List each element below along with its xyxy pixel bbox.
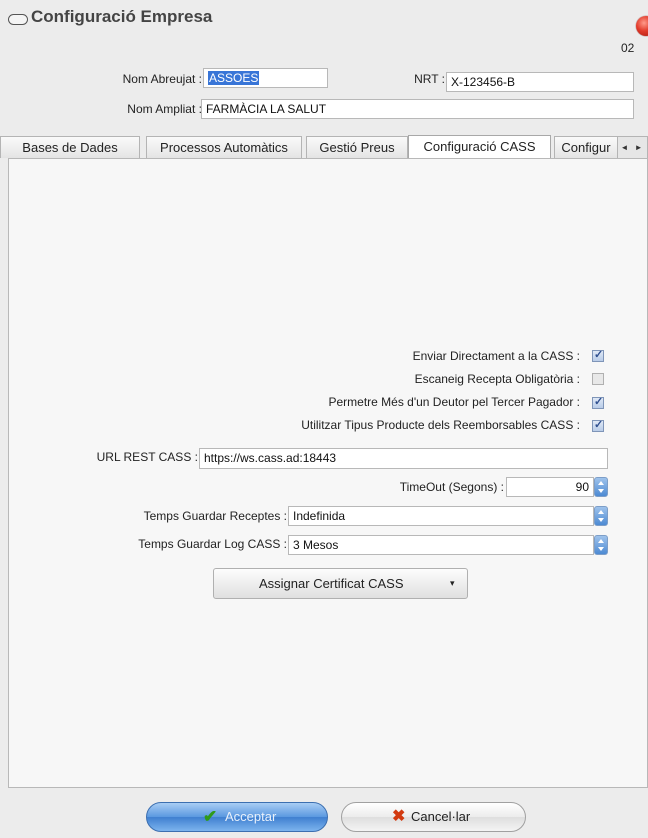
url-rest-label: URL REST CASS :: [96, 450, 198, 464]
check-label-enviar: Enviar Directament a la CASS :: [412, 349, 580, 363]
temps-receptes-select[interactable]: Indefinida: [288, 506, 594, 526]
tab-configuracio-cass[interactable]: Configuració CASS: [408, 135, 551, 159]
tab-scroll-arrows-icon[interactable]: ◄ ►: [617, 136, 648, 158]
nrt-label: NRT :: [414, 72, 445, 86]
assign-certificate-button[interactable]: Assignar Certificat CASS ▾: [213, 568, 468, 599]
checkmark-icon: ✔: [203, 807, 218, 826]
timeout-input[interactable]: 90: [506, 477, 594, 497]
assign-certificate-label: Assignar Certificat CASS: [259, 576, 404, 591]
cancel-button[interactable]: ✖ Cancel·lar: [341, 802, 526, 832]
window-title: Configuració Empresa: [31, 7, 213, 26]
window-toggle-icon[interactable]: [8, 14, 28, 25]
nom-abreujat-value: ASSOES: [208, 71, 260, 85]
company-code: 02: [621, 41, 635, 55]
temps-log-label: Temps Guardar Log CASS :: [138, 537, 287, 551]
close-icon[interactable]: [636, 16, 648, 36]
check-label-permetre: Permetre Més d'un Deutor pel Tercer Paga…: [328, 395, 580, 409]
tab-configur[interactable]: Configur: [554, 136, 618, 158]
tab-processos-automatics[interactable]: Processos Automàtics: [146, 136, 302, 158]
temps-log-dropdown-icon[interactable]: [594, 535, 608, 555]
tab-bases-de-dades[interactable]: Bases de Dades: [0, 136, 140, 158]
accept-button[interactable]: ✔ Acceptar: [146, 802, 328, 832]
temps-log-select[interactable]: 3 Mesos: [288, 535, 594, 555]
nom-ampliat-label: Nom Ampliat :: [127, 102, 202, 116]
check-utilitzar-tipus[interactable]: [592, 418, 604, 432]
timeout-stepper-icon[interactable]: [594, 477, 608, 497]
accept-label: Acceptar: [225, 809, 277, 824]
nrt-input[interactable]: X-123456-B: [446, 72, 634, 92]
x-icon: ✖: [392, 808, 406, 825]
nom-ampliat-input[interactable]: FARMÀCIA LA SALUT: [201, 99, 634, 119]
check-label-escaneig: Escaneig Recepta Obligatòria :: [414, 372, 580, 386]
nom-abreujat-label: Nom Abreujat :: [122, 72, 202, 86]
url-rest-input[interactable]: https://ws.cass.ad:18443: [199, 448, 608, 469]
dropdown-caret-icon: ▾: [450, 578, 455, 588]
title-bar: Configuració Empresa: [0, 0, 648, 36]
tab-bar: Bases de Dades Processos Automàtics Gest…: [0, 135, 648, 159]
cancel-label: Cancel·lar: [411, 809, 471, 824]
check-escaneig-recepta[interactable]: [592, 373, 604, 385]
check-enviar-directament[interactable]: [592, 348, 604, 362]
temps-receptes-dropdown-icon[interactable]: [594, 506, 608, 526]
check-permetre-deutor[interactable]: [592, 395, 604, 409]
check-label-utilitzar: Utilitzar Tipus Producte dels Reemborsab…: [301, 418, 580, 432]
nom-abreujat-input[interactable]: ASSOES: [203, 68, 328, 88]
tab-gestio-preus[interactable]: Gestió Preus: [306, 136, 408, 158]
temps-receptes-label: Temps Guardar Receptes :: [143, 509, 287, 523]
tab-panel: [8, 158, 648, 788]
timeout-label: TimeOut (Segons) :: [399, 480, 504, 494]
